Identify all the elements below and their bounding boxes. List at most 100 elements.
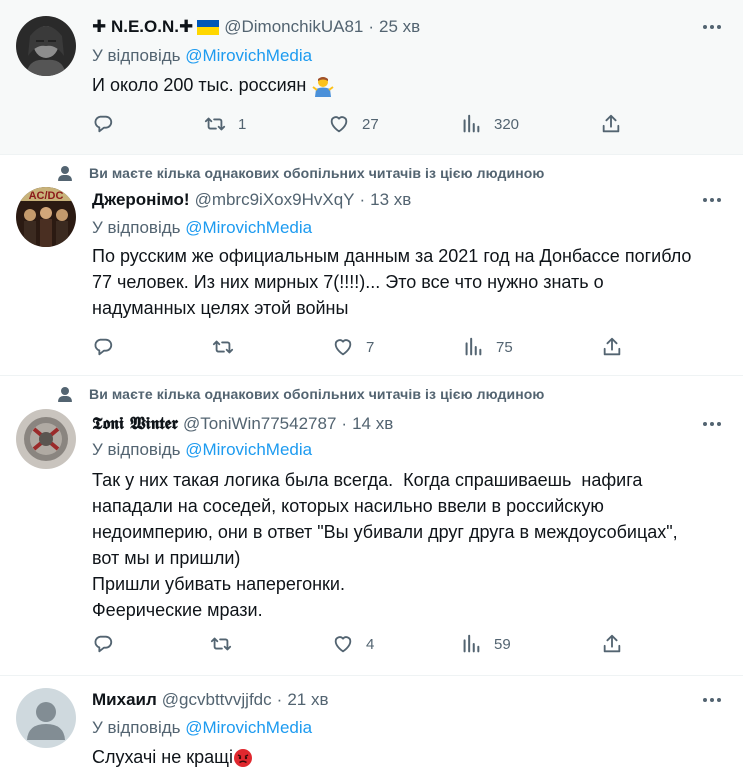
reply-prefix: У відповідь [92, 718, 181, 737]
text-line: Пришли убивать наперегонки. [92, 574, 345, 594]
like-icon [334, 339, 352, 356]
timestamp[interactable]: 21 хв [287, 690, 328, 710]
text-line: надуманных целях этой войны [92, 298, 349, 318]
like-icon [330, 116, 348, 133]
retweet-button[interactable] [212, 336, 246, 358]
reply-prefix: У відповідь [92, 46, 181, 65]
reply-icon [94, 115, 113, 133]
svg-text:AC/DC: AC/DC [29, 190, 64, 202]
share-icon [602, 114, 620, 133]
share-button[interactable] [601, 633, 623, 655]
man-shrugging-emoji-icon [312, 77, 334, 98]
tweet-header: 𝕿𝖔𝖓𝖎 𝖂𝖎𝖓𝖙𝖊𝖗 @ToniWin77542787 · 14 хв [92, 412, 393, 436]
social-context: Ви маєте кілька однакових обопільних чит… [58, 384, 544, 404]
reply-prefix: У відповідь [92, 440, 181, 459]
handle[interactable]: @mbrc9iXox9HvXqY [195, 190, 355, 210]
text-line: И около 200 тыс. россиян [92, 75, 307, 95]
display-name[interactable]: Джеронімо! [92, 190, 190, 210]
reply-context: У відповідь @MirovichMedia [92, 718, 312, 738]
avatar[interactable] [16, 16, 76, 76]
reply-prefix: У відповідь [92, 218, 181, 237]
person-icon [58, 386, 72, 402]
avatar[interactable] [16, 688, 76, 748]
like-button[interactable]: 27 [328, 113, 379, 135]
like-button[interactable]: 4 [332, 633, 374, 655]
tweet[interactable]: ✚ N.E.O.N.✚ @DimonchikUA81 · 25 хв У від… [0, 0, 743, 155]
reply-context: У відповідь @MirovichMedia [92, 218, 312, 238]
person-icon [58, 165, 72, 181]
text-line: нападали на соседей, которых насильно вв… [92, 496, 604, 516]
timestamp[interactable]: 25 хв [379, 17, 420, 37]
tweet[interactable]: Ви маєте кілька однакових обопільних чит… [0, 376, 743, 676]
views-count: 75 [496, 338, 513, 356]
reply-to-link[interactable]: @MirovichMedia [185, 440, 312, 459]
text-line: Так у них такая логика была всегда. Когд… [92, 470, 643, 490]
views-button[interactable]: 59 [460, 633, 511, 655]
reply-to-link[interactable]: @MirovichMedia [185, 218, 312, 237]
share-button[interactable] [601, 336, 623, 358]
separator-dot: · [368, 17, 375, 36]
tweet[interactable]: Ви маєте кілька однакових обопільних чит… [0, 155, 743, 376]
separator-dot: · [341, 414, 348, 433]
share-button[interactable] [600, 113, 622, 135]
reply-context: У відповідь @MirovichMedia [92, 440, 312, 460]
more-icon[interactable] [701, 17, 723, 37]
retweet-button[interactable]: 1 [204, 113, 246, 135]
like-count: 27 [362, 115, 379, 133]
text-line: По русским же официальным данным за 2021… [92, 246, 692, 266]
handle[interactable]: @DimonchikUA81 [224, 17, 363, 37]
views-icon [463, 634, 480, 653]
reply-context: У відповідь @MirovichMedia [92, 46, 312, 66]
like-button[interactable]: 7 [332, 336, 374, 358]
views-icon [463, 114, 480, 133]
separator-dot: · [359, 190, 366, 209]
reply-button[interactable] [92, 336, 126, 358]
avatar[interactable] [16, 409, 76, 469]
display-name[interactable]: ✚ N.E.O.N.✚ [92, 17, 193, 37]
views-button[interactable]: 320 [460, 113, 519, 135]
text-line: Феерические мрази. [92, 600, 263, 620]
views-count: 59 [494, 635, 511, 653]
retweet-icon [204, 117, 226, 131]
handle[interactable]: @ToniWin77542787 [183, 414, 336, 434]
retweet-icon [210, 637, 232, 651]
text-line: недоимперию, они в ответ "Вы убивали дру… [92, 522, 678, 542]
tweet-text: Слухачі не кращі [92, 744, 732, 770]
handle[interactable]: @gcvbttvvjjfdc [162, 690, 272, 710]
views-button[interactable]: 75 [462, 336, 513, 358]
timestamp[interactable]: 14 хв [352, 414, 393, 434]
tweet-header: Джеронімо! @mbrc9iXox9HvXqY · 13 хв [92, 188, 411, 212]
display-name[interactable]: 𝕿𝖔𝖓𝖎 𝖂𝖎𝖓𝖙𝖊𝖗 [92, 414, 178, 434]
timestamp[interactable]: 13 хв [370, 190, 411, 210]
like-count: 7 [366, 338, 375, 356]
views-icon [465, 337, 482, 356]
social-context-text: Ви маєте кілька однакових обопільних чит… [89, 165, 545, 181]
more-icon[interactable] [701, 414, 723, 434]
tweet-text: По русским же официальным данным за 2021… [92, 243, 732, 321]
retweet-button[interactable] [210, 633, 244, 655]
tweet-header: Михаил @gcvbttvvjjfdc · 21 хв [92, 688, 328, 712]
tweet-text: И около 200 тыс. россиян [92, 72, 732, 98]
views-count: 320 [494, 115, 520, 133]
retweet-count: 1 [238, 115, 247, 133]
text-line: вот мы и пришли) [92, 548, 241, 568]
action-bar: 4 59 [92, 633, 632, 655]
reply-to-link[interactable]: @MirovichMedia [185, 718, 312, 737]
action-bar: 1 27 320 [92, 113, 632, 135]
avatar[interactable]: AC/DC [16, 187, 76, 247]
social-context-text: Ви маєте кілька однакових обопільних чит… [89, 386, 545, 402]
reply-to-link[interactable]: @MirovichMedia [185, 46, 312, 65]
share-icon [603, 337, 621, 356]
display-name[interactable]: Михаил [92, 690, 157, 710]
more-icon[interactable] [701, 690, 723, 710]
tweet[interactable]: Михаил @gcvbttvvjjfdc · 21 хв У відповід… [0, 676, 743, 781]
reply-button[interactable] [92, 633, 126, 655]
tweet-text: Так у них такая логика была всегда. Когд… [92, 467, 732, 623]
action-bar: 7 75 [92, 336, 632, 358]
separator-dot: · [276, 690, 283, 709]
text-line: 77 человек. Из них мирных 7(!!!!)... Это… [92, 272, 604, 292]
share-icon [603, 634, 621, 653]
reply-button[interactable] [92, 113, 126, 135]
ukraine-flag-icon [197, 19, 220, 35]
more-icon[interactable] [701, 190, 723, 210]
